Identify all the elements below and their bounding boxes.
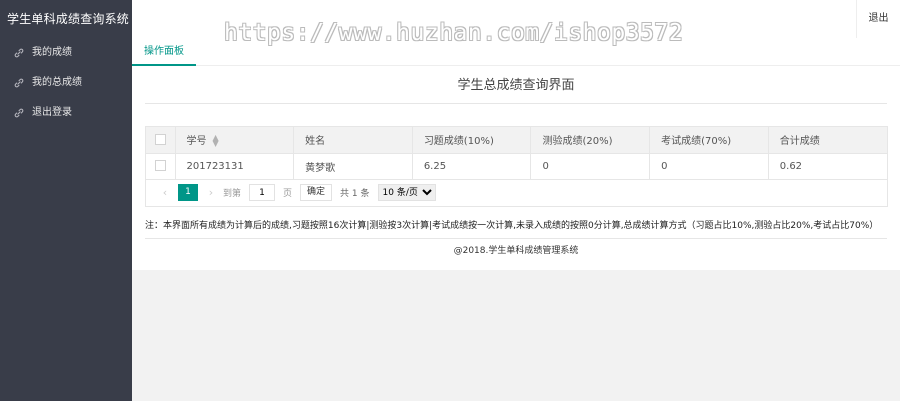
goto-label: 到第 (223, 189, 242, 199)
column-header-student-id[interactable]: 学号 ▲ ▼ (175, 127, 295, 154)
select-all-cell (146, 127, 176, 154)
tab-operation-panel[interactable]: 操作面板 (132, 38, 196, 66)
row-select-cell (146, 153, 176, 180)
sort-icon[interactable]: ▲ ▼ (213, 134, 219, 148)
footer-copyright: @2018.学生单科成绩管理系统 (453, 246, 579, 256)
table-header-row: 学号 ▲ ▼ 姓名 习题成绩(10%) 测验成绩(20%) 考试成绩(70%) 合计… (146, 127, 887, 154)
sidebar-item-label: 退出登录 (32, 107, 72, 118)
column-header-quiz: 测验成绩(20%) (530, 127, 651, 154)
column-header-total: 合计成绩 (768, 127, 887, 154)
next-page-icon[interactable]: › (203, 186, 219, 199)
page-number-current[interactable]: 1 (178, 184, 198, 201)
logout-button[interactable]: 退出 (856, 0, 900, 38)
column-header-name: 姓名 (293, 127, 413, 154)
link-icon (12, 76, 26, 90)
cell-exam: 0 (649, 153, 769, 180)
prev-page-icon[interactable]: ‹ (157, 186, 173, 199)
link-icon (12, 46, 26, 60)
note-text: 注：本界面所有成绩为计算后的成绩,习题按照16次计算|测验按3次计算|考试成绩按… (145, 221, 879, 231)
cell-exercise: 6.25 (412, 153, 532, 180)
sidebar-item-logout[interactable]: 退出登录 (0, 98, 132, 128)
confirm-button[interactable]: 确定 (300, 184, 333, 201)
top-header: 退出 (132, 0, 900, 38)
cell-total: 0.62 (768, 153, 887, 180)
sidebar-item-label: 我的成绩 (32, 47, 72, 58)
select-all-checkbox[interactable] (154, 134, 166, 145)
page-size-select[interactable]: 10 条/页 (377, 184, 436, 201)
row-checkbox[interactable] (154, 160, 166, 172)
cell-name: 黄梦歌 (293, 153, 413, 180)
table-row: 201723131 黄梦歌 6.25 0 0 0.62 (146, 153, 887, 180)
tab-bar: 操作面板 (132, 38, 900, 66)
column-header-exercise: 习题成绩(10%) (412, 127, 532, 154)
main-content: 操作面板 学生总成绩查询界面 学号 ▲ ▼ 姓名 习题成绩(10%) 测验成绩(20… (132, 38, 900, 270)
goto-page-input[interactable] (249, 184, 276, 201)
sidebar-item-label: 我的总成绩 (32, 77, 82, 88)
page-title: 学生总成绩查询界面 (145, 76, 887, 104)
cell-student-id: 201723131 (175, 153, 295, 180)
pagination: ‹ 1 › 到第 页 确定 共 1 条 10 条/页 (146, 180, 887, 206)
sidebar-item-total-scores[interactable]: 我的总成绩 (0, 68, 132, 98)
column-header-exam: 考试成绩(70%) (649, 127, 769, 154)
total-count: 共 1 条 (340, 189, 370, 199)
app-title: 学生单科成绩查询系统 (7, 12, 130, 26)
page-unit-label: 页 (283, 189, 293, 199)
score-table: 学号 ▲ ▼ 姓名 习题成绩(10%) 测验成绩(20%) 考试成绩(70%) 合计… (145, 126, 888, 207)
cell-quiz: 0 (530, 153, 651, 180)
divider (145, 238, 887, 239)
sidebar: 学生单科成绩查询系统 我的成绩 我的总成绩 退出登录 (0, 0, 132, 401)
sidebar-item-my-scores[interactable]: 我的成绩 (0, 38, 132, 68)
link-icon (12, 106, 26, 120)
